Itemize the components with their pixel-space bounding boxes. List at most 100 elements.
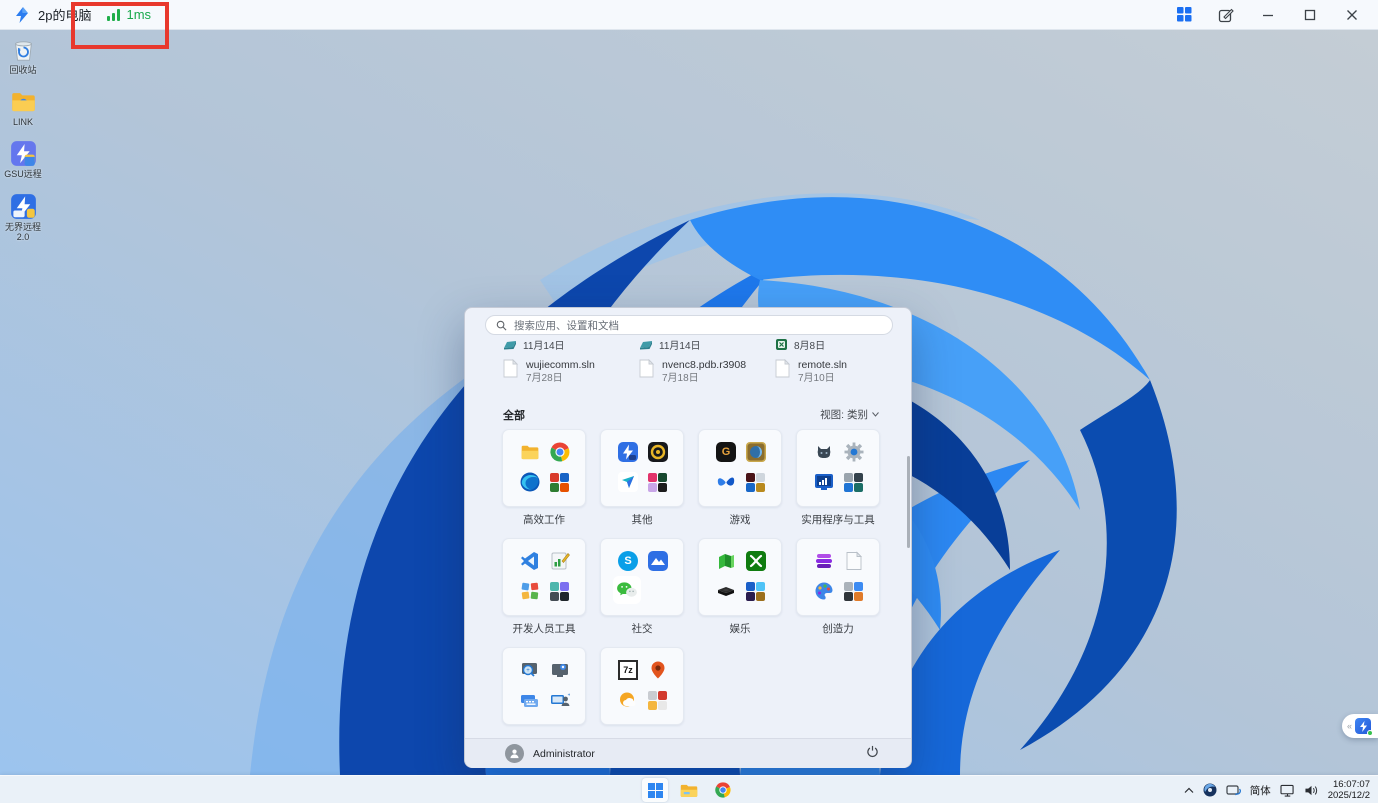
paint-palette-icon <box>814 581 834 601</box>
butterfly-icon <box>716 472 736 492</box>
category-label: 实用程序与工具 <box>796 512 880 527</box>
network-display-icon[interactable] <box>1280 784 1295 797</box>
tray-sync-icon[interactable] <box>1226 784 1241 797</box>
desktop-icon-gsu-app[interactable]: GSU远程 <box>0 140 46 179</box>
collapse-chevrons: « <box>1347 721 1352 731</box>
chrome-taskbar-button[interactable] <box>710 778 736 802</box>
green-film-icon <box>716 551 736 571</box>
xbox-icon <box>746 551 766 571</box>
start-button[interactable] <box>642 778 668 802</box>
recent-file-wujiecomm[interactable]: wujiecomm.sln 7月28日 <box>503 359 595 385</box>
recent-file-remote[interactable]: remote.sln 7月10日 <box>775 359 847 385</box>
desktop-icon-recycle-bin[interactable]: 回收站 <box>0 36 46 75</box>
category-label: 游戏 <box>698 512 782 527</box>
weather-icon <box>618 690 638 710</box>
ime-indicator[interactable]: 简体 <box>1250 783 1271 798</box>
gog-icon: G <box>716 442 736 462</box>
file-explorer-taskbar-button[interactable] <box>676 778 702 802</box>
touch-keyboard-icon <box>520 690 540 710</box>
wechat-card <box>613 576 641 604</box>
tray-app-icon[interactable] <box>1203 783 1217 797</box>
photo-cluster-icon <box>844 581 864 601</box>
online-status-dot <box>1367 730 1373 736</box>
edit-session-button[interactable] <box>1212 3 1240 27</box>
maximize-button[interactable] <box>1296 3 1324 27</box>
desktop-icon-label: LINK <box>0 117 46 127</box>
chrome-icon <box>715 782 731 798</box>
category-tile-misc-tools[interactable]: 7z <box>600 647 684 725</box>
svg-text:+: + <box>526 668 530 674</box>
view-category-dropdown[interactable]: 视图: 类别 <box>820 407 879 422</box>
category-tile-creativity[interactable] <box>796 538 880 616</box>
minimize-icon <box>1261 8 1275 22</box>
category-tile-productivity[interactable] <box>502 429 586 507</box>
taskbar-clock[interactable]: 16:07:07 2025/12/2 <box>1328 779 1374 801</box>
wechat-icon <box>616 581 638 599</box>
category-label: 开发人员工具 <box>502 621 586 636</box>
category-label: 创造力 <box>796 621 880 636</box>
chrome-icon <box>550 442 570 462</box>
category-tile-games[interactable]: G <box>698 429 782 507</box>
tray-chevron-up-icon[interactable] <box>1184 787 1194 794</box>
narrator-icon <box>550 660 570 680</box>
taskbar: 简体 16:07:07 2025/12/2 <box>0 775 1378 803</box>
media-cluster-icon <box>746 581 766 601</box>
edit-icon <box>1218 7 1234 23</box>
office-apps-cluster-icon <box>550 472 570 492</box>
maximize-icon <box>1303 8 1317 22</box>
category-tile-utilities[interactable] <box>796 429 880 507</box>
start-search-box[interactable]: 搜索应用、设置和文档 <box>485 315 893 335</box>
misc-apps-cluster-icon <box>648 472 668 492</box>
document-icon <box>775 359 790 378</box>
hearthstone-icon <box>746 442 766 462</box>
category-label: 高效工作 <box>502 512 586 527</box>
recent-item[interactable]: 11月14日 <box>639 337 701 352</box>
desktop-icon-link-folder[interactable]: LINK <box>0 88 46 127</box>
performance-monitor-icon <box>814 472 834 492</box>
category-label: 其他 <box>600 512 684 527</box>
category-tile-other[interactable] <box>600 429 684 507</box>
category-tile-developer[interactable] <box>502 538 586 616</box>
visual-studio-icon <box>520 581 540 601</box>
display-grid-button[interactable] <box>1170 3 1198 27</box>
tools-cluster-icon <box>844 472 864 492</box>
category-label: 社交 <box>600 621 684 636</box>
power-button[interactable] <box>866 745 879 763</box>
media-device-icon <box>716 581 736 601</box>
recent-item[interactable]: 8月8日 <box>775 337 825 352</box>
start-menu-footer: Administrator <box>465 738 911 768</box>
clipchamp-icon <box>814 551 834 571</box>
minimize-button[interactable] <box>1254 3 1282 27</box>
red-annotation-box <box>71 2 169 49</box>
category-tile-entertainment[interactable] <box>698 538 782 616</box>
category-tile-accessibility[interactable]: + + <box>502 647 586 725</box>
remote-desktop-viewport[interactable]: 回收站 LINK GSU远程 <box>0 30 1378 775</box>
settings-gear-icon <box>844 442 864 462</box>
desktop-icon-label: 回收站 <box>0 65 46 75</box>
remote-desktop-window: 2p的电脑 1ms <box>0 0 1378 803</box>
solution-folder-icon <box>503 339 517 351</box>
start-menu-scrollbar[interactable] <box>907 456 910 548</box>
all-apps-header: 全部 <box>503 407 525 423</box>
volume-icon[interactable] <box>1304 784 1319 797</box>
document-icon <box>503 359 518 378</box>
skype-icon: S <box>618 551 638 571</box>
recent-item[interactable]: 11月14日 <box>503 337 565 352</box>
document-icon <box>639 359 654 378</box>
user-name[interactable]: Administrator <box>533 748 595 760</box>
yellow-folder-icon <box>10 88 37 115</box>
misc-cluster-icon <box>648 690 668 710</box>
category-tile-social[interactable]: S <box>600 538 684 616</box>
dev-cluster-icon <box>550 581 570 601</box>
user-monitor-icon: + <box>550 690 570 710</box>
search-icon <box>496 320 507 331</box>
desktop-icon-wujie-2[interactable]: 无界远程2.0 <box>0 193 46 242</box>
seven-zip-icon: 7z <box>618 660 638 680</box>
recent-file-nvenc[interactable]: nvenc8.pdb.r3908 7月18日 <box>639 359 746 385</box>
user-avatar[interactable] <box>505 744 524 763</box>
close-button[interactable] <box>1338 3 1366 27</box>
app-lightning-icon <box>14 7 30 23</box>
floating-toolbar-collapsed[interactable]: « <box>1342 714 1378 738</box>
wujie-app-icon <box>10 140 37 167</box>
wujie-float-icon <box>1355 718 1371 734</box>
